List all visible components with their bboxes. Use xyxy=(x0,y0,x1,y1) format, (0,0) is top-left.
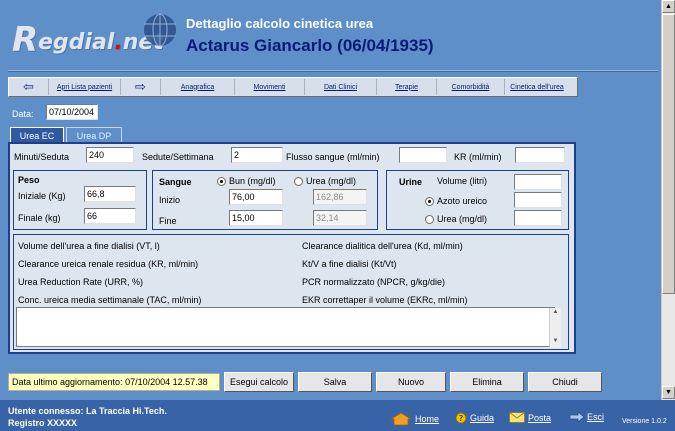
result-ekrc: EKR correttaper il volume (EKRc, ml/min) xyxy=(302,295,468,305)
sedute-label: Sedute/Settimana xyxy=(142,152,214,162)
posta-link[interactable]: Posta xyxy=(509,412,551,423)
last-update-status: Data ultimo aggiornamento: 07/10/2004 12… xyxy=(8,373,220,391)
minuti-label: Minuti/Seduta xyxy=(14,152,70,162)
result-kr: Clearance ureica renale residua (KR, ml/… xyxy=(18,259,199,269)
esci-link[interactable]: Esci xyxy=(570,412,604,422)
svg-text:?: ? xyxy=(459,414,463,423)
guida-link-label: Guida xyxy=(470,413,495,423)
arrow-right-icon[interactable]: ⇨ xyxy=(121,79,161,95)
kr-label: KR (ml/min) xyxy=(454,152,502,162)
help-icon: ? xyxy=(455,412,467,424)
exit-arrow-icon xyxy=(570,412,584,422)
esegui-calcolo-button[interactable]: Esegui calcolo xyxy=(224,372,294,392)
version-label: Versione 1.0.2 xyxy=(622,418,667,425)
scroll-up-icon[interactable]: ▲ xyxy=(662,0,675,13)
bun-radio[interactable] xyxy=(217,177,226,186)
notes-scroll-up-icon[interactable]: ▲ xyxy=(550,309,561,315)
urine-azoto-input[interactable] xyxy=(514,192,562,208)
result-kd: Clearance dialitica dell'urea (Kd, ml/mi… xyxy=(302,241,463,251)
scroll-thumb[interactable] xyxy=(662,14,675,294)
peso-finale-input[interactable]: 66 xyxy=(84,208,136,224)
urine-group: Urine Volume (litri) Azoto ureico Urea (… xyxy=(386,170,569,230)
urea-ec-panel: Minuti/Seduta 240 Sedute/Settimana 2 Flu… xyxy=(8,142,576,354)
salva-button[interactable]: Salva xyxy=(298,372,372,392)
result-urr: Urea Reduction Rate (URR, %) xyxy=(18,277,144,287)
sangue-group: Sangue Bun (mg/dl) Urea (mg/dl) Inizio 7… xyxy=(152,170,378,230)
bun-fine-input[interactable]: 15,00 xyxy=(229,210,283,226)
nav-terapie[interactable]: Terapie xyxy=(377,79,437,95)
urine-urea-label: Urea (mg/dl) xyxy=(437,214,488,224)
posta-link-label: Posta xyxy=(528,412,552,423)
result-npcr: PCR normalizzato (NPCR, g/kg/die) xyxy=(302,277,446,287)
notes-scrollbar[interactable]: ▲ ▼ xyxy=(549,308,561,348)
sedute-input[interactable]: 2 xyxy=(231,147,283,163)
globe-icon xyxy=(144,13,176,47)
notes-scroll-down-icon[interactable]: ▼ xyxy=(550,338,561,344)
urea-inizio-input[interactable]: 162,86 xyxy=(313,189,367,205)
page-scrollbar[interactable]: ▲ ▼ xyxy=(661,0,675,400)
peso-group: Peso Iniziale (Kg) 66,8 Finale (kg) 66 xyxy=(13,170,147,230)
chiudi-button[interactable]: Chiudi xyxy=(528,372,602,392)
arrow-left-icon[interactable]: ⇦ xyxy=(9,79,49,95)
results-group: Volume dell'urea a fine dialisi (VT, l) … xyxy=(13,234,569,350)
peso-iniziale-label: Iniziale (Kg) xyxy=(18,191,66,201)
page-title: Dettaglio calcolo cinetica urea xyxy=(186,16,374,31)
sangue-title: Sangue xyxy=(159,177,192,187)
peso-finale-label: Finale (kg) xyxy=(18,213,61,223)
connected-user: Utente connesso: La Traccia Hi.Tech. xyxy=(8,406,167,416)
urea-blood-label: Urea (mg/dl) xyxy=(306,176,357,186)
urea-fine-input[interactable]: 32,14 xyxy=(313,210,367,226)
flusso-input[interactable] xyxy=(399,147,447,163)
nav-cinetica-urea[interactable]: Cinetica dell'urea xyxy=(505,79,569,95)
azoto-radio[interactable] xyxy=(425,197,434,206)
guida-link[interactable]: ? Guida xyxy=(455,412,494,424)
fine-label: Fine xyxy=(159,216,177,226)
date-input[interactable]: 07/10/2004 xyxy=(46,104,98,120)
urine-title: Urine xyxy=(399,177,423,187)
registry-label: Registro XXXXX xyxy=(8,418,78,428)
bun-inizio-input[interactable]: 76,00 xyxy=(229,189,283,205)
logo-letter: R xyxy=(12,20,38,60)
bun-label: Bun (mg/dl) xyxy=(229,176,276,186)
date-label: Data: xyxy=(12,109,34,119)
peso-title: Peso xyxy=(18,175,40,185)
nuovo-button[interactable]: Nuovo xyxy=(376,372,446,392)
esci-link-label: Esci xyxy=(587,412,605,422)
regdial-logo: R egdial.net xyxy=(12,12,176,64)
home-link[interactable]: Home xyxy=(390,412,439,426)
nav-anagrafica[interactable]: Anagrafica xyxy=(161,79,235,95)
patient-name: Actarus Giancarlo (06/04/1935) xyxy=(186,36,434,55)
result-ktv: Kt/V a fine dialisi (Kt/Vt) xyxy=(302,259,397,269)
urine-urea-input[interactable] xyxy=(514,210,562,226)
peso-iniziale-input[interactable]: 66,8 xyxy=(84,186,136,202)
azoto-label: Azoto ureico xyxy=(437,196,488,206)
navigation-bar: ⇦ Apri Lista pazienti ⇨ Anagrafica Movim… xyxy=(8,77,578,97)
home-icon xyxy=(390,412,412,426)
nav-apri-lista[interactable]: Apri Lista pazienti xyxy=(49,79,121,95)
minuti-input[interactable]: 240 xyxy=(86,147,134,163)
urea-radio[interactable] xyxy=(294,177,303,186)
home-link-label: Home xyxy=(415,414,440,424)
flusso-label: Flusso sangue (ml/min) xyxy=(286,152,380,162)
kr-input[interactable] xyxy=(515,147,565,163)
notes-textarea[interactable] xyxy=(16,307,555,347)
nav-comorbidita[interactable]: Comorbidità xyxy=(437,79,505,95)
nav-dati-clinici[interactable]: Dati Clinici xyxy=(305,79,377,95)
urine-volume-label: Volume (litri) xyxy=(437,176,488,186)
result-vt: Volume dell'urea a fine dialisi (VT, l) xyxy=(18,241,160,251)
inizio-label: Inizio xyxy=(159,195,181,205)
elimina-button[interactable]: Elimina xyxy=(450,372,524,392)
tab-urea-ec[interactable]: Urea EC xyxy=(10,127,64,143)
nav-movimenti[interactable]: Movimenti xyxy=(235,79,305,95)
urine-urea-radio[interactable] xyxy=(425,215,434,224)
header-divider xyxy=(8,70,658,72)
mail-icon xyxy=(509,412,525,423)
tab-urea-dp[interactable]: Urea DP xyxy=(66,127,122,143)
result-tac: Conc. ureica media settimanale (TAC, ml/… xyxy=(18,295,202,305)
scroll-down-icon[interactable]: ▼ xyxy=(662,386,675,399)
urine-volume-input[interactable] xyxy=(514,174,562,190)
